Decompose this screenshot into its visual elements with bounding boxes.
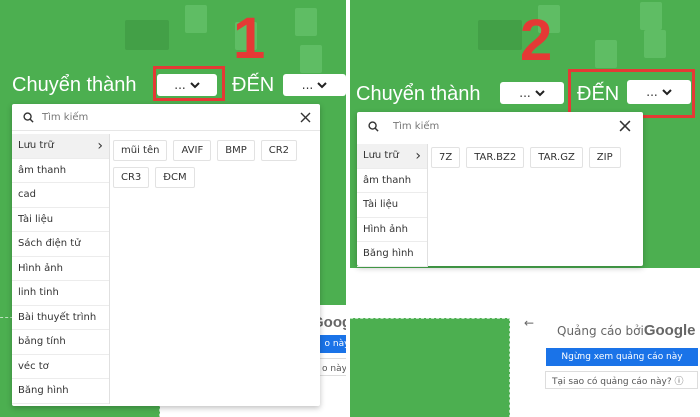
to-select-value: ... <box>646 85 658 99</box>
image-file-bg-icon <box>644 30 666 58</box>
step-number-2: 2 <box>520 8 553 73</box>
search-input[interactable]: Tìm kiếm <box>42 112 88 123</box>
ad-stop-button[interactable]: Ngừng xem quảng cáo này <box>546 348 698 366</box>
close-icon[interactable] <box>300 112 311 123</box>
close-icon[interactable] <box>619 120 631 132</box>
document-bg-icon <box>185 5 207 33</box>
to-format-select[interactable]: ... <box>627 80 691 104</box>
category-item[interactable]: Sách điện tử <box>12 232 109 257</box>
category-label: Tài liệu <box>363 199 399 211</box>
category-list: Lưu trữ › âm thanh cad Tài liệu Sách điện tử H… <box>12 134 110 404</box>
to-label: ĐẾN <box>577 83 620 105</box>
category-label: Băng hình <box>363 248 414 260</box>
search-row: Tìm kiếm <box>12 104 320 131</box>
category-item[interactable]: Hình ảnh <box>357 218 427 242</box>
format-chip[interactable]: ZIP <box>588 147 621 168</box>
chevron-down-icon <box>662 88 672 95</box>
ad-stop-button[interactable]: o này <box>317 335 346 353</box>
category-label: Băng hình <box>18 385 69 397</box>
category-item[interactable]: cad <box>12 183 109 208</box>
chevron-down-icon <box>535 89 545 96</box>
search-input[interactable]: Tìm kiếm <box>393 121 439 132</box>
category-label: Sách điện tử <box>18 238 81 250</box>
document-bg-icon <box>595 40 617 68</box>
image-file-bg-icon <box>295 8 317 36</box>
ad-title: Quảng cáo bởiGoogle <box>557 322 696 339</box>
format-chip[interactable]: TAR.BZ2 <box>466 147 525 168</box>
format-chip[interactable]: ĐCM <box>155 167 195 188</box>
category-item[interactable]: Lưu trữ › <box>357 144 427 169</box>
format-chip[interactable]: 7Z <box>431 147 461 168</box>
category-item[interactable]: Tài liệu <box>12 208 109 232</box>
category-item[interactable]: Bài thuyết trình <box>12 306 109 330</box>
category-label: Hình ảnh <box>18 262 63 274</box>
format-chip[interactable]: TAR.GZ <box>530 147 583 168</box>
drop-area[interactable] <box>350 318 510 417</box>
format-chip[interactable]: AVIF <box>173 140 212 161</box>
ad-back-icon[interactable]: ← <box>524 316 534 330</box>
category-item[interactable]: bảng tính <box>12 330 109 355</box>
search-row: Tìm kiếm <box>357 112 643 140</box>
category-label: Lưu trữ <box>363 150 399 162</box>
category-label: véc tơ <box>18 360 49 372</box>
format-dropdown: Tìm kiếm Lưu trữ › âm thanh cad Tài liệu Sách… <box>12 104 320 406</box>
ad-box: ← Quảng cáo bởiGoogle Ngừng xem quảng cá… <box>510 312 700 417</box>
chevron-right-icon: › <box>415 147 421 164</box>
from-select-value: ... <box>519 86 531 100</box>
category-label: Tài liệu <box>18 213 54 225</box>
convert-label: Chuyển thành <box>12 74 137 96</box>
panel-step-1: 1 Chuyển thành ... ĐẾN ... Googl o này o… <box>0 0 346 417</box>
from-format-select[interactable]: ... <box>500 82 564 104</box>
envelope-bg-icon <box>478 20 522 50</box>
step-number-1: 1 <box>233 6 266 71</box>
category-item[interactable]: Tài liệu <box>357 193 427 218</box>
chevron-down-icon <box>317 81 327 88</box>
format-dropdown: Tìm kiếm Lưu trữ › âm thanh Tài liệu Hình ản… <box>357 112 643 267</box>
category-label: Bài thuyết trình <box>18 311 97 323</box>
category-label: bảng tính <box>18 336 66 348</box>
to-format-select[interactable]: ... <box>283 74 346 96</box>
category-item[interactable]: âm thanh <box>12 159 109 183</box>
category-item[interactable]: âm thanh <box>357 169 427 193</box>
highlight-from-select <box>153 66 225 101</box>
chevron-right-icon: › <box>97 137 103 154</box>
search-icon <box>23 111 34 123</box>
format-chip[interactable]: CR3 <box>113 167 150 188</box>
category-label: Hình ảnh <box>363 223 408 235</box>
image-file-bg-icon <box>640 2 662 30</box>
convert-label: Chuyển thành <box>356 83 481 105</box>
category-list: Lưu trữ › âm thanh Tài liệu Hình ảnh Băng hìn… <box>357 144 428 267</box>
category-label: âm thanh <box>18 164 67 176</box>
category-item[interactable]: Lưu trữ › <box>12 134 109 159</box>
category-item[interactable]: Hình ảnh <box>12 257 109 281</box>
format-chip[interactable]: mũi tên <box>113 140 168 161</box>
category-label: âm thanh <box>363 174 412 186</box>
category-item[interactable]: linh tinh <box>12 281 109 306</box>
format-grid: mũi tên AVIF BMP CR2 CR3 ĐCM <box>113 140 303 188</box>
category-item[interactable]: véc tơ <box>12 355 109 379</box>
category-item[interactable]: Băng hình <box>357 242 427 267</box>
image-file-bg-icon <box>300 45 322 73</box>
category-label: cad <box>18 189 36 201</box>
category-label: linh tinh <box>18 287 59 299</box>
format-chip[interactable]: CR2 <box>260 140 298 161</box>
panel-step-2: 2 Chuyển thành ... ĐẾN ... ← Quảng cáo b… <box>350 0 700 417</box>
format-grid: 7Z TAR.BZ2 TAR.GZ ZIP <box>431 147 631 168</box>
format-chip[interactable]: BMP <box>217 140 255 161</box>
to-select-value: ... <box>301 78 314 92</box>
envelope-bg-icon <box>125 20 169 50</box>
ad-why-button[interactable]: Tại sao có quảng cáo này? ⓘ <box>545 371 698 389</box>
search-icon <box>368 120 379 132</box>
category-item[interactable]: Băng hình <box>12 379 109 404</box>
to-label: ĐẾN <box>232 74 275 96</box>
category-label: Lưu trữ <box>18 140 54 152</box>
